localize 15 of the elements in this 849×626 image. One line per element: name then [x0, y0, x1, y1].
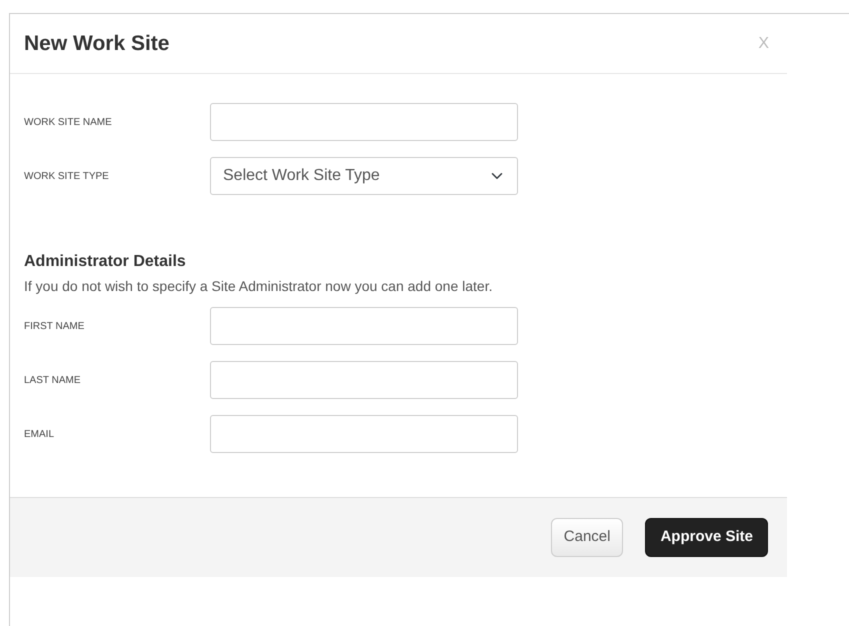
- field-label: FIRST NAME: [24, 320, 86, 334]
- field-label: WORK SITE TYPE: [24, 170, 110, 184]
- approve-button[interactable]: Approve Site: [645, 518, 768, 558]
- input-field[interactable]: [210, 307, 518, 346]
- cancel-button[interactable]: Cancel: [550, 518, 624, 558]
- input-field[interactable]: [210, 415, 518, 454]
- section-note: If you do not wish to specify a Site Administrator now you can add one later.: [24, 277, 494, 296]
- field-label: LAST NAME: [24, 374, 82, 388]
- dialog-title: New Work Site: [24, 30, 170, 56]
- select-field[interactable]: Select Work Site Type: [210, 157, 518, 195]
- input-field[interactable]: [210, 103, 518, 141]
- field-label: WORK SITE NAME: [24, 116, 113, 130]
- field-label: EMAIL: [24, 428, 56, 442]
- input-field[interactable]: [210, 361, 518, 400]
- section-heading: Administrator Details: [24, 252, 187, 272]
